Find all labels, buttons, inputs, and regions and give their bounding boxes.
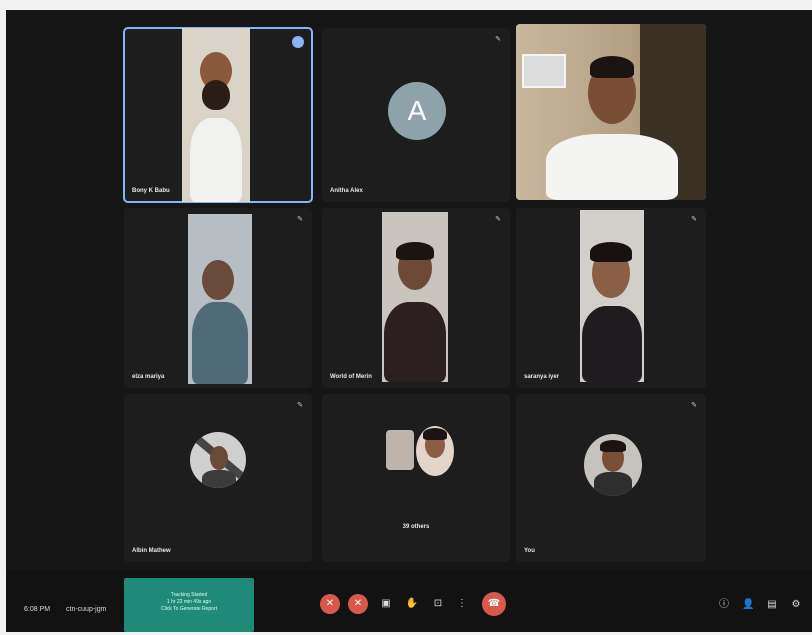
mic-muted-icon: ✎ — [495, 216, 501, 223]
present-icon: ⊡ — [433, 598, 443, 609]
participant-tile-bony[interactable]: Bony K Babu — [123, 27, 313, 203]
captions-icon: ▣ — [381, 598, 391, 609]
avatar — [584, 434, 642, 496]
participant-tile-elza[interactable]: ✎ elza mariya — [124, 208, 312, 388]
bottom-toolbar: 6:08 PM ctn-cuup-jgm Tracking Started 1 … — [6, 570, 812, 632]
person-body — [384, 302, 446, 382]
participant-video — [516, 24, 706, 200]
hangup-icon: ☎ — [487, 598, 501, 609]
person-body — [202, 470, 236, 488]
participant-tile-saranya[interactable]: ✎ saranya iyer — [516, 208, 706, 388]
speaking-indicator-icon — [292, 36, 304, 48]
wall-frame — [522, 54, 566, 88]
person-body — [594, 472, 632, 496]
people-icon[interactable]: 👤 — [742, 599, 754, 611]
person-body — [192, 302, 248, 384]
meet-screen: Bony K Babu A ✎ Anitha Alex ✎ elza mariy… — [6, 10, 812, 632]
mic-muted-icon: ✎ — [297, 402, 303, 409]
participant-tile-you[interactable]: ✎ You — [516, 394, 706, 562]
participant-name: elza mariya — [132, 374, 165, 380]
hair — [423, 428, 447, 440]
person-body — [190, 118, 242, 202]
leave-call-button[interactable]: ☎ — [482, 592, 506, 616]
participant-name: saranya iyer — [524, 374, 560, 380]
notice-line-3: Click To Generate Report — [160, 606, 218, 612]
present-button[interactable]: ⊡ — [428, 594, 448, 614]
person-head — [210, 446, 228, 470]
participant-name: Albin Mathew — [132, 548, 171, 554]
notice-line-2: 1 hr 22 min 49s ago — [166, 599, 212, 605]
avatar: A — [388, 82, 446, 140]
participant-tile-albin[interactable]: ✎ Albin Mathew — [124, 394, 312, 562]
tracking-notice[interactable]: Tracking Started 1 hr 22 min 49s ago Cli… — [124, 578, 254, 632]
participant-tile-video[interactable] — [516, 24, 706, 200]
person-body — [582, 306, 642, 382]
avatar-small — [386, 430, 414, 470]
mic-muted-icon: ✎ — [691, 402, 697, 409]
mic-muted-icon: ✎ — [691, 216, 697, 223]
participant-video — [182, 28, 250, 202]
others-label: 39 others — [402, 524, 430, 530]
more-vert-icon: ⋮ — [457, 598, 467, 609]
camera-toggle-button[interactable]: ✕ — [348, 594, 368, 614]
participant-video — [188, 214, 252, 384]
avatar — [190, 432, 246, 488]
meeting-code: ctn-cuup-jgm — [66, 606, 107, 613]
hair — [396, 242, 434, 260]
mic-toggle-button[interactable]: ✕ — [320, 594, 340, 614]
person-body — [546, 134, 678, 200]
camera-off-icon: ✕ — [353, 598, 363, 609]
person-head — [202, 260, 234, 300]
participant-tile-world-of-merin[interactable]: ✎ World of Merin — [322, 208, 510, 388]
notice-line-1: Tracking Started — [170, 592, 208, 598]
participant-tile-others[interactable]: 39 others — [322, 394, 510, 562]
mic-off-icon: ✕ — [325, 598, 335, 609]
mic-muted-icon: ✎ — [495, 36, 501, 43]
notice-spacer — [124, 578, 254, 592]
mic-muted-icon: ✎ — [297, 216, 303, 223]
more-options-button[interactable]: ⋮ — [452, 594, 472, 614]
participant-video — [580, 210, 644, 382]
participant-tile-anitha[interactable]: A ✎ Anitha Alex — [322, 28, 510, 202]
participant-name: Bony K Babu — [132, 188, 170, 194]
hair — [590, 242, 632, 262]
hair — [600, 440, 626, 452]
participant-name: Anitha Alex — [330, 188, 363, 194]
clock: 6:08 PM — [24, 606, 51, 613]
info-icon[interactable]: ⓘ — [718, 599, 730, 611]
raise-hand-button[interactable]: ✋ — [402, 594, 422, 614]
participant-name: You — [524, 548, 535, 554]
hair — [590, 56, 634, 78]
chat-icon[interactable]: ▤ — [766, 599, 778, 611]
captions-button[interactable]: ▣ — [376, 594, 396, 614]
participant-video — [382, 212, 448, 382]
participant-name: World of Merin — [330, 374, 372, 380]
activities-icon[interactable]: ⚙ — [790, 599, 802, 611]
beard — [202, 80, 230, 110]
avatar — [416, 426, 454, 476]
hand-icon: ✋ — [405, 598, 419, 609]
